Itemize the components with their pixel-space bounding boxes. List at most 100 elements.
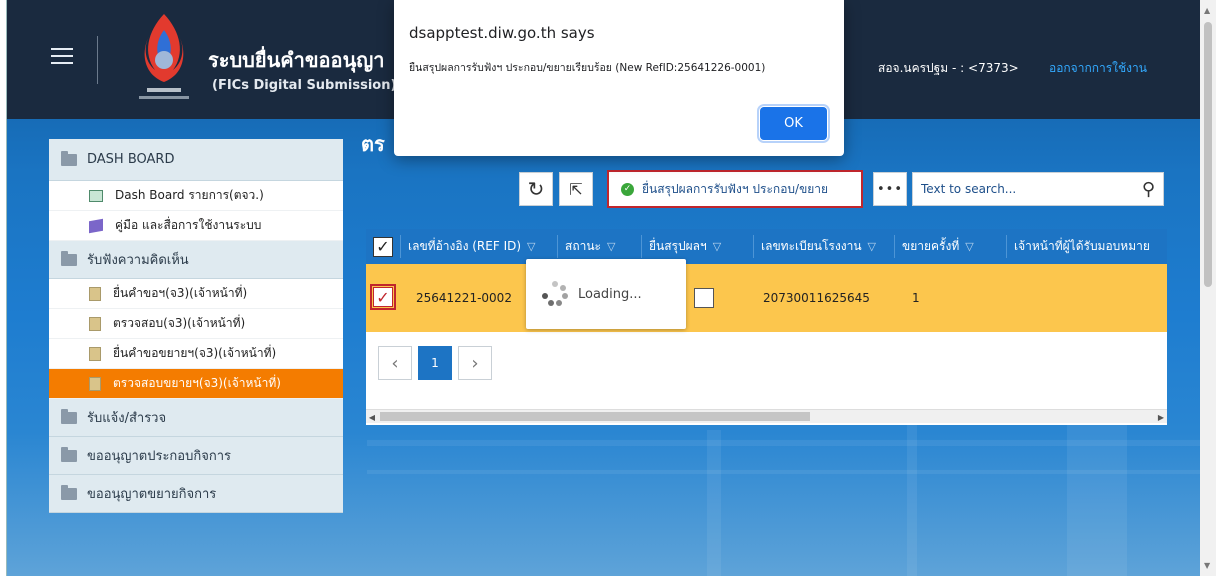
sidebar-item-label: ยื่นคำขอฯ(จ3)(เจ้าหน้าที่) xyxy=(113,286,248,300)
submit-summary-label: ยื่นสรุปผลการรับฟังฯ ประกอบ/ขยาย xyxy=(642,181,829,196)
book-icon xyxy=(89,218,103,233)
column-header-label: ขยายครั้งที่ xyxy=(902,239,960,253)
sidebar-section-label: รับฟังความคิดเห็น xyxy=(87,253,189,268)
dashboard-icon xyxy=(89,189,103,202)
sidebar-section-label: DASH BOARD xyxy=(87,152,175,167)
sidebar-item-label: ยื่นคำขอขยายฯ(จ3)(เจ้าหน้าที่) xyxy=(113,346,277,360)
alert-dialog: dsapptest.diw.go.th says ยืนสรุปผลการรับ… xyxy=(394,0,844,156)
column-header-label: เลขทะเบียนโรงงาน xyxy=(761,239,862,253)
next-page-button[interactable]: › xyxy=(458,346,492,380)
filter-icon[interactable]: ▽ xyxy=(868,240,876,253)
folder-icon xyxy=(61,484,77,500)
column-header-factory-no[interactable]: เลขทะเบียนโรงงาน ▽ xyxy=(753,229,894,264)
page-title: ตร xyxy=(361,132,385,156)
user-label: สอจ.นครปฐม - : <7373> xyxy=(878,61,1019,75)
column-header-label: ยื่นสรุปผลฯ xyxy=(649,239,707,253)
cell-officer xyxy=(1006,264,1167,332)
page-button-current[interactable]: 1 xyxy=(418,346,452,380)
refresh-icon: ↻ xyxy=(527,177,545,201)
sidebar-section-license[interactable]: ขออนุญาตประกอบกิจการ xyxy=(49,437,343,475)
sidebar-section-label: รับแจ้ง/สำรวจ xyxy=(87,411,167,426)
chevron-right-icon: › xyxy=(471,352,479,374)
window-vertical-scrollbar[interactable]: ▲ ▼ xyxy=(1200,0,1216,576)
sidebar-item-manual[interactable]: คู่มือ และสื่อการใช้งานระบบ xyxy=(49,211,343,241)
pagination: ‹ 1 › xyxy=(378,346,498,380)
sidebar-section-label: ขออนุญาตขยายกิจการ xyxy=(87,487,217,502)
select-all-cell: ✓ xyxy=(366,229,400,264)
scroll-up-arrow-icon[interactable]: ▲ xyxy=(1204,6,1210,15)
horizontal-scroll-thumb[interactable] xyxy=(380,412,810,421)
select-all-checkbox[interactable]: ✓ xyxy=(373,236,393,257)
refresh-button[interactable]: ↻ xyxy=(519,172,553,206)
filter-icon[interactable]: ▽ xyxy=(713,240,721,253)
search-icon[interactable]: ⚲ xyxy=(1142,179,1155,200)
export-icon: ⇱ xyxy=(569,179,583,199)
document-icon xyxy=(89,286,101,301)
summary-checkbox[interactable] xyxy=(694,288,714,308)
cell-factory-no: 20730011625645 xyxy=(763,291,870,305)
filter-icon[interactable]: ▽ xyxy=(527,240,535,253)
row-select-highlight: ✓ xyxy=(370,284,396,310)
cell-expand-count: 1 xyxy=(912,291,920,305)
loading-text: Loading... xyxy=(578,286,642,302)
folder-icon xyxy=(61,446,77,462)
loading-indicator: Loading... xyxy=(526,259,686,329)
folder-icon xyxy=(61,408,77,424)
more-options-button[interactable]: ••• xyxy=(873,172,907,206)
row-select-checkbox[interactable]: ✓ xyxy=(373,287,393,307)
hamburger-menu-icon[interactable] xyxy=(51,48,73,68)
column-header-label: สถานะ xyxy=(565,239,601,253)
filter-icon[interactable]: ▽ xyxy=(965,240,973,253)
scroll-down-arrow-icon[interactable]: ▼ xyxy=(1204,561,1210,570)
sidebar-item-label: ตรวจสอบขยายฯ(จ3)(เจ้าหน้าที่) xyxy=(113,376,281,390)
table-row[interactable]: ✓ 25641221-0002 20730011625645 1 xyxy=(366,264,1167,332)
sidebar-item-inspect[interactable]: ตรวจสอบ(จ3)(เจ้าหน้าที่) xyxy=(49,309,343,339)
sidebar-item-label: Dash Board รายการ(ตจว.) xyxy=(115,188,264,202)
column-header-expand-count[interactable]: ขยายครั้งที่ ▽ xyxy=(894,229,1006,264)
sidebar-section-label: ขออนุญาตประกอบกิจการ xyxy=(87,449,231,464)
document-icon xyxy=(89,316,101,331)
filter-icon[interactable]: ▽ xyxy=(607,240,615,253)
export-button[interactable]: ⇱ xyxy=(559,172,593,206)
sidebar-section-expand-license[interactable]: ขออนุญาตขยายกิจการ xyxy=(49,475,343,513)
sidebar: DASH BOARD Dash Board รายการ(ตจว.) คู่มื… xyxy=(49,139,343,576)
scroll-left-arrow-icon[interactable]: ◀ xyxy=(366,410,378,424)
cell-summary xyxy=(686,264,746,332)
ok-button[interactable]: OK xyxy=(757,104,830,143)
sidebar-item-submit-request[interactable]: ยื่นคำขอฯ(จ3)(เจ้าหน้าที่) xyxy=(49,279,343,309)
scroll-right-arrow-icon[interactable]: ▶ xyxy=(1155,410,1167,424)
logout-link[interactable]: ออกจากการใช้งาน xyxy=(1049,59,1147,78)
column-header-officer[interactable]: เจ้าหน้าที่ผู้ได้รับมอบหมาย xyxy=(1006,229,1167,264)
sidebar-item-submit-expand[interactable]: ยื่นคำขอขยายฯ(จ3)(เจ้าหน้าที่) xyxy=(49,339,343,369)
alert-title: dsapptest.diw.go.th says xyxy=(409,24,595,42)
data-grid: ✓ เลขที่อ้างอิง (REF ID) ▽ สถานะ ▽ ยื่นส… xyxy=(366,229,1167,425)
spinner-icon xyxy=(542,281,568,307)
search-box: ⚲ xyxy=(912,172,1164,206)
folder-icon xyxy=(61,150,77,166)
prev-page-button[interactable]: ‹ xyxy=(378,346,412,380)
horizontal-scrollbar[interactable]: ◀ ▶ xyxy=(366,409,1167,423)
header-divider xyxy=(97,36,98,84)
column-header-label: เจ้าหน้าที่ผู้ได้รับมอบหมาย xyxy=(1014,239,1150,253)
sidebar-section-notify[interactable]: รับแจ้ง/สำรวจ xyxy=(49,399,343,437)
search-input[interactable] xyxy=(921,182,1131,196)
check-circle-icon: ✓ xyxy=(621,182,634,196)
submit-summary-button[interactable]: ✓ ยื่นสรุปผลการรับฟังฯ ประกอบ/ขยาย xyxy=(607,170,863,208)
vertical-scroll-thumb[interactable] xyxy=(1204,22,1212,287)
sidebar-item-inspect-expand[interactable]: ตรวจสอบขยายฯ(จ3)(เจ้าหน้าที่) xyxy=(49,369,343,399)
chevron-left-icon: ‹ xyxy=(391,352,399,374)
ellipsis-icon: ••• xyxy=(876,181,903,197)
sidebar-section-hearing[interactable]: รับฟังความคิดเห็น xyxy=(49,241,343,279)
document-icon xyxy=(89,376,101,391)
column-header-label: เลขที่อ้างอิง (REF ID) xyxy=(408,239,522,253)
page-frame: ระบบยื่นคำขออนุญา (FICs Digital Submissi… xyxy=(6,0,1200,576)
alert-message: ยืนสรุปผลการรับฟังฯ ประกอบ/ขยายเรียบร้อย… xyxy=(409,62,766,74)
sidebar-item-label: คู่มือ และสื่อการใช้งานระบบ xyxy=(115,218,262,232)
diw-logo xyxy=(139,14,189,99)
app-title: ระบบยื่นคำขออนุญา xyxy=(208,48,385,72)
app-subtitle: (FICs Digital Submission) xyxy=(212,78,397,93)
sidebar-item-dashboard-list[interactable]: Dash Board รายการ(ตจว.) xyxy=(49,181,343,211)
sidebar-section-dashboard[interactable]: DASH BOARD xyxy=(49,139,343,181)
sidebar-item-label: ตรวจสอบ(จ3)(เจ้าหน้าที่) xyxy=(113,316,246,330)
folder-icon xyxy=(61,250,77,266)
